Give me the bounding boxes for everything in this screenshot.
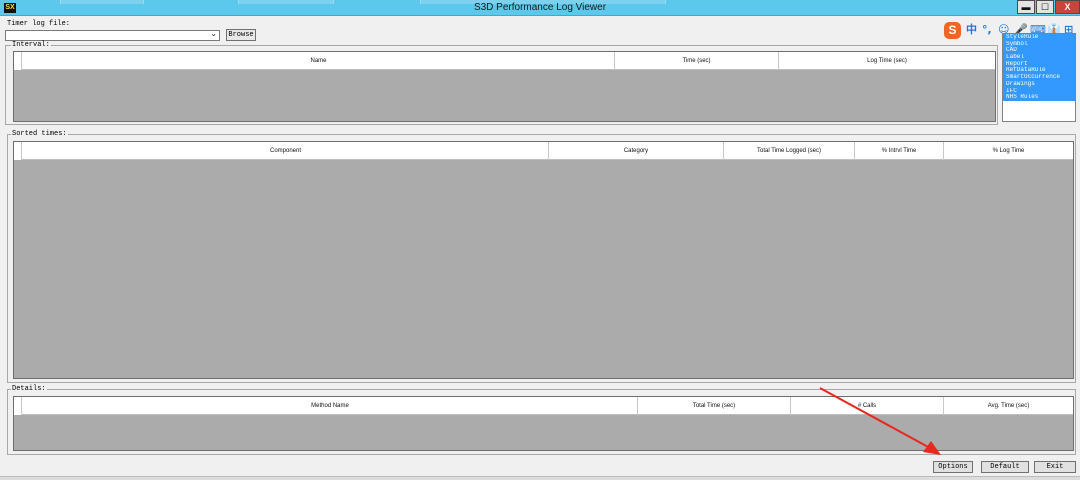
details-grid[interactable]: Method Name Total Time (sec) # Calls Avg…: [13, 396, 1074, 451]
filter-item[interactable]: IFC: [1003, 87, 1075, 95]
maximize-icon: ☐: [1040, 2, 1050, 12]
timer-log-file-label: Timer log file:: [7, 20, 71, 28]
column-header-total-time-logged[interactable]: Total Time Logged (sec): [724, 142, 855, 160]
column-header-category[interactable]: Category: [549, 142, 724, 160]
minimize-icon: ▬: [1021, 2, 1031, 12]
component-filter-list[interactable]: StyleRule Symbol CAD Label Report RefDat…: [1002, 33, 1076, 122]
details-grid-header: Method Name Total Time (sec) # Calls Avg…: [14, 397, 1073, 415]
sorted-times-label: Sorted times:: [11, 130, 68, 138]
column-header-total-time[interactable]: Total Time (sec): [638, 397, 791, 415]
row-header-corner[interactable]: [14, 52, 22, 70]
close-button[interactable]: X: [1055, 0, 1080, 14]
column-header-method-name[interactable]: Method Name: [23, 397, 638, 415]
column-header-calls[interactable]: # Calls: [791, 397, 944, 415]
column-header-log-time[interactable]: Log Time (sec): [779, 52, 995, 70]
filter-item[interactable]: Label: [1003, 54, 1075, 61]
timer-log-file-select[interactable]: ⌄: [5, 29, 220, 41]
filter-item[interactable]: Drawings: [1003, 80, 1075, 88]
sorted-times-grid-header: Component Category Total Time Logged (se…: [14, 142, 1073, 160]
chevron-down-icon[interactable]: ⌄: [210, 29, 217, 38]
filter-item[interactable]: Symbol: [1003, 40, 1075, 48]
title-bar[interactable]: SX S3D Performance Log Viewer ▬ ☐ X: [0, 0, 1080, 16]
chinese-mode-icon[interactable]: 中: [966, 23, 977, 37]
default-button[interactable]: Default: [981, 461, 1029, 473]
filter-item[interactable]: CAD: [1003, 47, 1075, 55]
interval-grid[interactable]: Name Time (sec) Log Time (sec): [13, 51, 996, 122]
filter-item[interactable]: Report: [1003, 60, 1075, 68]
exit-button[interactable]: Exit: [1034, 461, 1076, 473]
row-header-corner[interactable]: [14, 397, 22, 415]
maximize-button[interactable]: ☐: [1036, 0, 1054, 14]
filter-item[interactable]: SmartOccurrence: [1003, 74, 1075, 81]
minimize-button[interactable]: ▬: [1017, 0, 1035, 14]
filter-item[interactable]: RefDataRule: [1003, 67, 1075, 75]
browse-button[interactable]: Browse: [226, 29, 256, 41]
options-button[interactable]: Options: [933, 461, 973, 473]
filter-item[interactable]: StyleRule: [1003, 34, 1075, 41]
sogou-logo-icon[interactable]: S: [944, 22, 961, 39]
column-header-name[interactable]: Name: [23, 52, 615, 70]
interval-grid-header: Name Time (sec) Log Time (sec): [14, 52, 995, 70]
column-header-time[interactable]: Time (sec): [615, 52, 779, 70]
filter-item[interactable]: NHS Rules: [1003, 94, 1075, 101]
row-header-corner[interactable]: [14, 142, 22, 160]
close-icon: X: [1064, 2, 1071, 12]
interval-label: Interval:: [11, 41, 51, 49]
column-header-pct-interval-time[interactable]: % Intrvl Time: [855, 142, 944, 160]
column-header-pct-log-time[interactable]: % Log Time: [944, 142, 1073, 160]
sorted-times-grid[interactable]: Component Category Total Time Logged (se…: [13, 141, 1074, 379]
window-title: S3D Performance Log Viewer: [473, 2, 607, 13]
column-header-component[interactable]: Component: [23, 142, 549, 160]
window-bottom-edge: [0, 476, 1080, 480]
details-label: Details:: [11, 385, 47, 393]
punctuation-icon[interactable]: °,: [982, 23, 992, 37]
column-header-avg-time[interactable]: Avg. Time (sec): [944, 397, 1073, 415]
